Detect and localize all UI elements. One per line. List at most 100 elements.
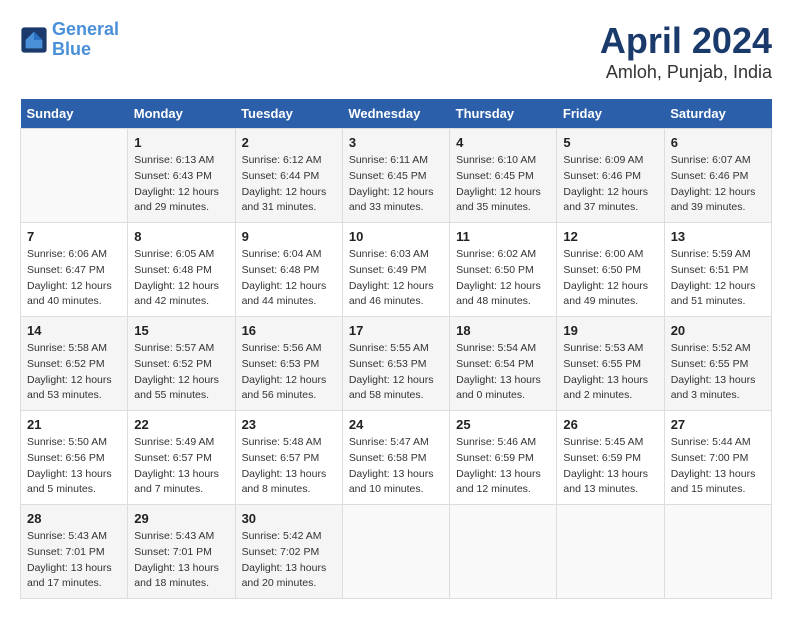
day-cell: 17 Sunrise: 5:55 AMSunset: 6:53 PMDayligh… <box>342 317 449 411</box>
location-title: Amloh, Punjab, India <box>600 62 772 83</box>
day-detail: Sunrise: 5:43 AMSunset: 7:01 PMDaylight:… <box>27 529 121 592</box>
day-cell <box>342 505 449 599</box>
day-detail: Sunrise: 6:02 AMSunset: 6:50 PMDaylight:… <box>456 247 550 310</box>
week-row-5: 28 Sunrise: 5:43 AMSunset: 7:01 PMDayligh… <box>21 505 772 599</box>
month-title: April 2024 <box>600 20 772 62</box>
day-cell: 16 Sunrise: 5:56 AMSunset: 6:53 PMDayligh… <box>235 317 342 411</box>
day-number: 7 <box>27 229 121 244</box>
day-number: 5 <box>563 135 657 150</box>
day-cell: 5 Sunrise: 6:09 AMSunset: 6:46 PMDaylight… <box>557 129 664 223</box>
day-detail: Sunrise: 6:13 AMSunset: 6:43 PMDaylight:… <box>134 153 228 216</box>
day-number: 15 <box>134 323 228 338</box>
day-cell: 11 Sunrise: 6:02 AMSunset: 6:50 PMDayligh… <box>450 223 557 317</box>
day-detail: Sunrise: 5:56 AMSunset: 6:53 PMDaylight:… <box>242 341 336 404</box>
header-row: SundayMondayTuesdayWednesdayThursdayFrid… <box>21 99 772 129</box>
day-number: 12 <box>563 229 657 244</box>
day-number: 20 <box>671 323 765 338</box>
day-number: 10 <box>349 229 443 244</box>
day-cell: 4 Sunrise: 6:10 AMSunset: 6:45 PMDaylight… <box>450 129 557 223</box>
day-detail: Sunrise: 5:52 AMSunset: 6:55 PMDaylight:… <box>671 341 765 404</box>
week-row-1: 1Sunrise: 6:13 AMSunset: 6:43 PMDaylight… <box>21 129 772 223</box>
day-detail: Sunrise: 6:05 AMSunset: 6:48 PMDaylight:… <box>134 247 228 310</box>
day-number: 25 <box>456 417 550 432</box>
week-row-3: 14 Sunrise: 5:58 AMSunset: 6:52 PMDayligh… <box>21 317 772 411</box>
day-number: 19 <box>563 323 657 338</box>
day-detail: Sunrise: 6:04 AMSunset: 6:48 PMDaylight:… <box>242 247 336 310</box>
day-detail: Sunrise: 5:53 AMSunset: 6:55 PMDaylight:… <box>563 341 657 404</box>
day-detail: Sunrise: 6:00 AMSunset: 6:50 PMDaylight:… <box>563 247 657 310</box>
day-cell: 21 Sunrise: 5:50 AMSunset: 6:56 PMDayligh… <box>21 411 128 505</box>
day-cell: 20 Sunrise: 5:52 AMSunset: 6:55 PMDayligh… <box>664 317 771 411</box>
day-number: 22 <box>134 417 228 432</box>
column-header-monday: Monday <box>128 99 235 129</box>
logo: General Blue <box>20 20 119 60</box>
day-number: 21 <box>27 417 121 432</box>
day-detail: Sunrise: 6:03 AMSunset: 6:49 PMDaylight:… <box>349 247 443 310</box>
day-detail: Sunrise: 5:55 AMSunset: 6:53 PMDaylight:… <box>349 341 443 404</box>
day-cell: 18 Sunrise: 5:54 AMSunset: 6:54 PMDayligh… <box>450 317 557 411</box>
day-cell: 10 Sunrise: 6:03 AMSunset: 6:49 PMDayligh… <box>342 223 449 317</box>
day-number: 26 <box>563 417 657 432</box>
day-number: 17 <box>349 323 443 338</box>
day-detail: Sunrise: 5:46 AMSunset: 6:59 PMDaylight:… <box>456 435 550 498</box>
day-detail: Sunrise: 5:43 AMSunset: 7:01 PMDaylight:… <box>134 529 228 592</box>
day-detail: Sunrise: 5:57 AMSunset: 6:52 PMDaylight:… <box>134 341 228 404</box>
day-number: 18 <box>456 323 550 338</box>
day-cell <box>21 129 128 223</box>
day-number: 4 <box>456 135 550 150</box>
day-cell: 22Sunrise: 5:49 AMSunset: 6:57 PMDayligh… <box>128 411 235 505</box>
day-number: 13 <box>671 229 765 244</box>
column-header-friday: Friday <box>557 99 664 129</box>
day-detail: Sunrise: 5:47 AMSunset: 6:58 PMDaylight:… <box>349 435 443 498</box>
day-cell: 2 Sunrise: 6:12 AMSunset: 6:44 PMDaylight… <box>235 129 342 223</box>
day-cell: 25 Sunrise: 5:46 AMSunset: 6:59 PMDayligh… <box>450 411 557 505</box>
column-header-tuesday: Tuesday <box>235 99 342 129</box>
day-number: 30 <box>242 511 336 526</box>
day-detail: Sunrise: 6:06 AMSunset: 6:47 PMDaylight:… <box>27 247 121 310</box>
column-header-wednesday: Wednesday <box>342 99 449 129</box>
day-detail: Sunrise: 5:58 AMSunset: 6:52 PMDaylight:… <box>27 341 121 404</box>
day-detail: Sunrise: 5:45 AMSunset: 6:59 PMDaylight:… <box>563 435 657 498</box>
day-cell: 29 Sunrise: 5:43 AMSunset: 7:01 PMDayligh… <box>128 505 235 599</box>
column-header-thursday: Thursday <box>450 99 557 129</box>
column-header-sunday: Sunday <box>21 99 128 129</box>
day-detail: Sunrise: 6:12 AMSunset: 6:44 PMDaylight:… <box>242 153 336 216</box>
day-cell <box>664 505 771 599</box>
week-row-4: 21 Sunrise: 5:50 AMSunset: 6:56 PMDayligh… <box>21 411 772 505</box>
page-header: General Blue April 2024 Amloh, Punjab, I… <box>20 20 772 83</box>
day-detail: Sunrise: 5:50 AMSunset: 6:56 PMDaylight:… <box>27 435 121 498</box>
day-number: 16 <box>242 323 336 338</box>
day-cell: 3Sunrise: 6:11 AMSunset: 6:45 PMDaylight… <box>342 129 449 223</box>
column-header-saturday: Saturday <box>664 99 771 129</box>
day-number: 14 <box>27 323 121 338</box>
day-cell: 6Sunrise: 6:07 AMSunset: 6:46 PMDaylight… <box>664 129 771 223</box>
day-cell <box>450 505 557 599</box>
day-detail: Sunrise: 6:11 AMSunset: 6:45 PMDaylight:… <box>349 153 443 216</box>
day-cell: 30Sunrise: 5:42 AMSunset: 7:02 PMDayligh… <box>235 505 342 599</box>
day-cell: 28 Sunrise: 5:43 AMSunset: 7:01 PMDayligh… <box>21 505 128 599</box>
day-detail: Sunrise: 6:09 AMSunset: 6:46 PMDaylight:… <box>563 153 657 216</box>
day-number: 28 <box>27 511 121 526</box>
day-cell: 1Sunrise: 6:13 AMSunset: 6:43 PMDaylight… <box>128 129 235 223</box>
title-section: April 2024 Amloh, Punjab, India <box>600 20 772 83</box>
week-row-2: 7 Sunrise: 6:06 AMSunset: 6:47 PMDaylight… <box>21 223 772 317</box>
day-number: 23 <box>242 417 336 432</box>
day-cell <box>557 505 664 599</box>
day-detail: Sunrise: 6:10 AMSunset: 6:45 PMDaylight:… <box>456 153 550 216</box>
calendar-table: SundayMondayTuesdayWednesdayThursdayFrid… <box>20 99 772 599</box>
day-number: 29 <box>134 511 228 526</box>
day-detail: Sunrise: 6:07 AMSunset: 6:46 PMDaylight:… <box>671 153 765 216</box>
day-detail: Sunrise: 5:54 AMSunset: 6:54 PMDaylight:… <box>456 341 550 404</box>
day-cell: 19 Sunrise: 5:53 AMSunset: 6:55 PMDayligh… <box>557 317 664 411</box>
day-cell: 15 Sunrise: 5:57 AMSunset: 6:52 PMDayligh… <box>128 317 235 411</box>
day-number: 2 <box>242 135 336 150</box>
day-number: 9 <box>242 229 336 244</box>
day-detail: Sunrise: 5:48 AMSunset: 6:57 PMDaylight:… <box>242 435 336 498</box>
day-cell: 26 Sunrise: 5:45 AMSunset: 6:59 PMDayligh… <box>557 411 664 505</box>
day-cell: 7 Sunrise: 6:06 AMSunset: 6:47 PMDaylight… <box>21 223 128 317</box>
day-cell: 8Sunrise: 6:05 AMSunset: 6:48 PMDaylight… <box>128 223 235 317</box>
day-cell: 27Sunrise: 5:44 AMSunset: 7:00 PMDayligh… <box>664 411 771 505</box>
day-cell: 14 Sunrise: 5:58 AMSunset: 6:52 PMDayligh… <box>21 317 128 411</box>
day-number: 27 <box>671 417 765 432</box>
day-number: 11 <box>456 229 550 244</box>
